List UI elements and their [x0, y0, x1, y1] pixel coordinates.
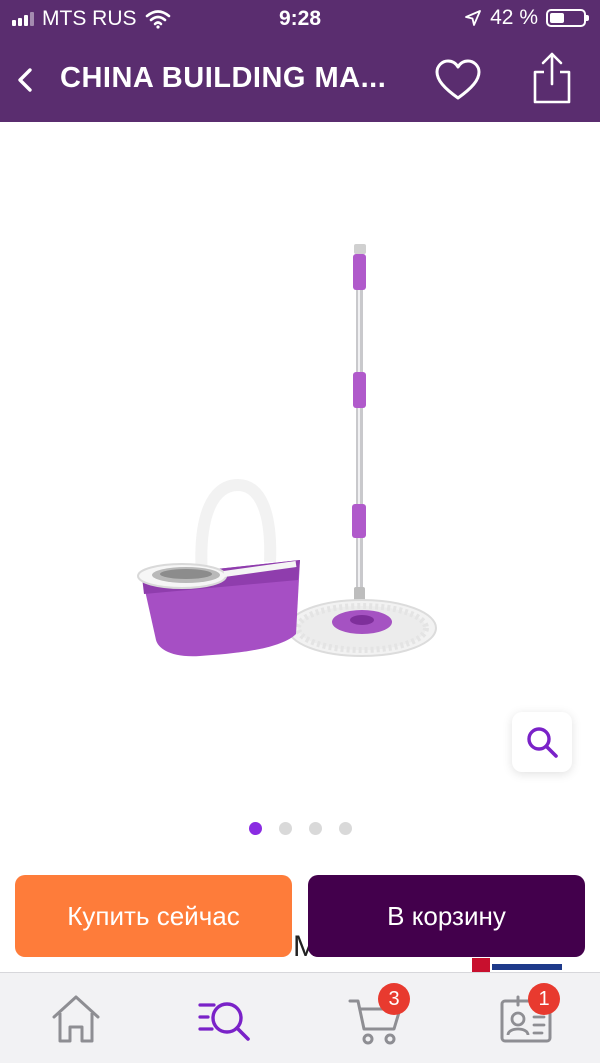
spin-mop-bucket-product-image [137, 244, 437, 657]
pagination-dot-4[interactable] [338, 822, 352, 835]
profile-badge: 1 [528, 983, 560, 1015]
heart-icon [435, 59, 481, 100]
share-icon [533, 52, 571, 104]
battery-icon [546, 9, 589, 27]
tab-home[interactable] [46, 991, 106, 1047]
app-header: MTS RUS 9:28 42 % CHINA BUILDING MA... [0, 0, 600, 122]
tab-cart[interactable]: 3 [346, 983, 410, 1047]
search-list-icon [198, 1002, 250, 1041]
pagination-dot-3[interactable] [308, 822, 322, 835]
pagination-dot-1[interactable] [248, 822, 262, 835]
tab-profile[interactable]: 1 [496, 983, 560, 1047]
home-icon [52, 995, 100, 1043]
gallery-pagination[interactable] [0, 822, 600, 835]
share-button[interactable] [530, 50, 574, 106]
page-title: CHINA BUILDING MA... [60, 62, 387, 94]
buy-now-button[interactable]: Купить сейчас [15, 875, 292, 957]
pagination-dot-2[interactable] [278, 822, 292, 835]
add-to-cart-button[interactable]: В корзину [308, 875, 585, 957]
zoom-button[interactable] [512, 712, 572, 772]
status-right: 42 % [464, 6, 589, 30]
cart-badge: 3 [378, 983, 410, 1015]
tab-search[interactable] [194, 991, 254, 1047]
favorite-button[interactable] [434, 58, 482, 104]
back-button[interactable] [10, 60, 40, 100]
product-gallery[interactable] [0, 122, 600, 862]
back-chevron-icon [18, 68, 32, 92]
status-bar: MTS RUS 9:28 42 % [0, 0, 600, 38]
battery-percent: 42 % [490, 6, 538, 29]
navigation-bar: CHINA BUILDING MA... [0, 40, 600, 122]
tab-bar: 3 1 [0, 972, 600, 1063]
search-icon [527, 727, 558, 758]
location-arrow-icon [465, 10, 482, 26]
